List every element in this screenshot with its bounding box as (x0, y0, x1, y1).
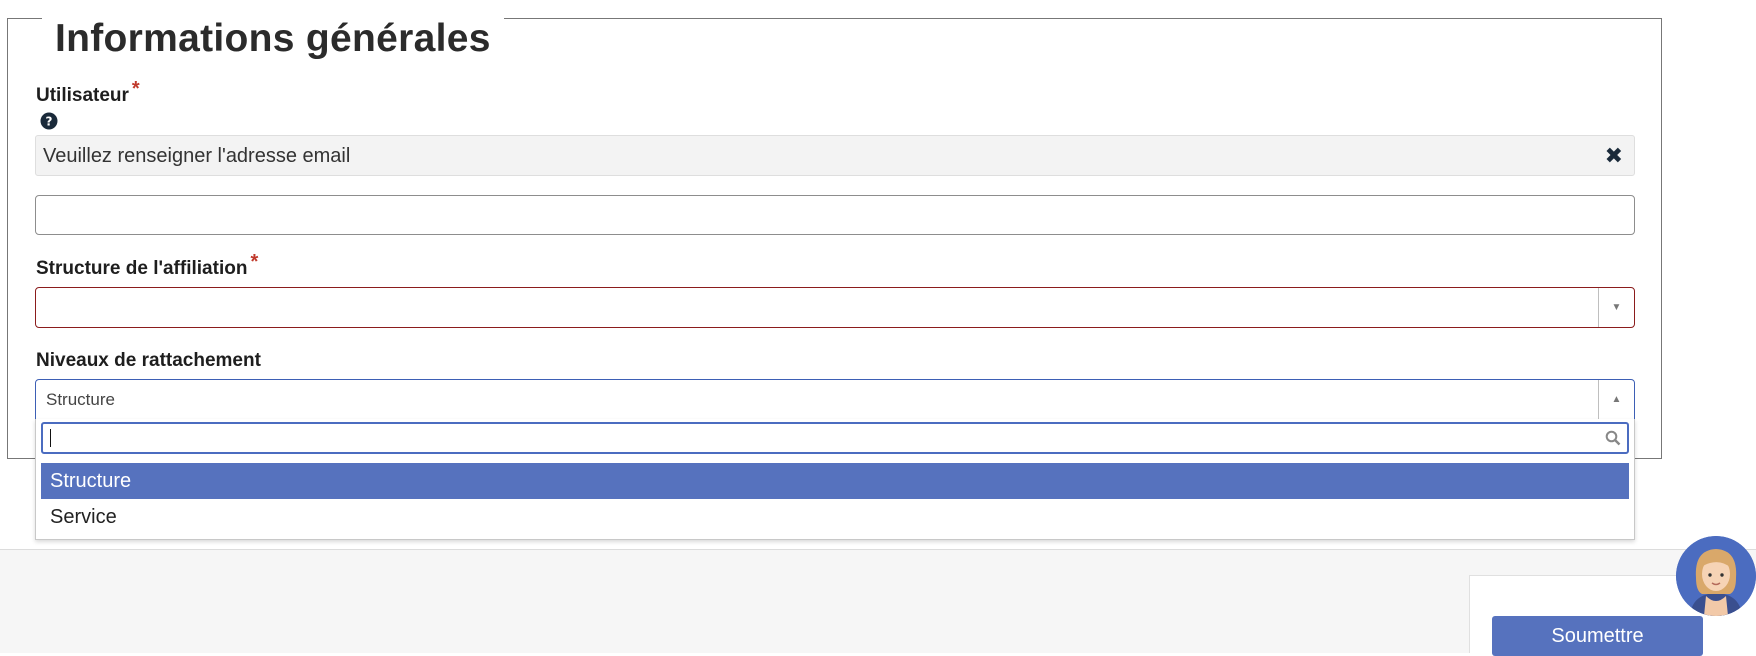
dropdown-search-input[interactable] (41, 422, 1629, 454)
fieldset-legend: Informations générales (42, 17, 504, 61)
affiliation-label: Structure de l'affiliation * (36, 251, 258, 280)
submit-button[interactable]: Soumettre (1492, 616, 1703, 656)
niveaux-select[interactable]: Structure ▲ (35, 379, 1635, 420)
required-asterisk: * (131, 78, 140, 100)
close-icon[interactable]: ✖ (1605, 143, 1623, 169)
utilisateur-label-text: Utilisateur (36, 85, 129, 106)
affiliation-select[interactable]: ▼ (35, 287, 1635, 328)
svg-text:?: ? (46, 115, 53, 129)
text-caret (50, 429, 51, 447)
utilisateur-label: Utilisateur * (36, 78, 140, 107)
woman-avatar-icon (1676, 536, 1756, 616)
chevron-down-icon[interactable]: ▼ (1598, 288, 1634, 327)
dropdown-option-structure[interactable]: Structure (41, 463, 1629, 499)
user-prefilled-text: Veuillez renseigner l'adresse email (43, 145, 351, 167)
dropdown-option-service[interactable]: Service (41, 499, 1629, 535)
niveaux-dropdown: Structure Service (35, 419, 1635, 540)
required-asterisk: * (250, 251, 259, 273)
search-icon (1605, 430, 1621, 446)
niveaux-label: Niveaux de rattachement (36, 350, 261, 371)
niveaux-select-value: Structure (46, 390, 115, 409)
question-circle-icon[interactable]: ? (40, 112, 58, 130)
user-prefilled-field[interactable]: Veuillez renseigner l'adresse email ✖ (35, 135, 1635, 176)
assistant-avatar-icon[interactable] (1676, 536, 1756, 616)
affiliation-label-text: Structure de l'affiliation (36, 258, 248, 279)
chevron-up-icon[interactable]: ▲ (1598, 380, 1634, 419)
email-input[interactable] (35, 195, 1635, 235)
